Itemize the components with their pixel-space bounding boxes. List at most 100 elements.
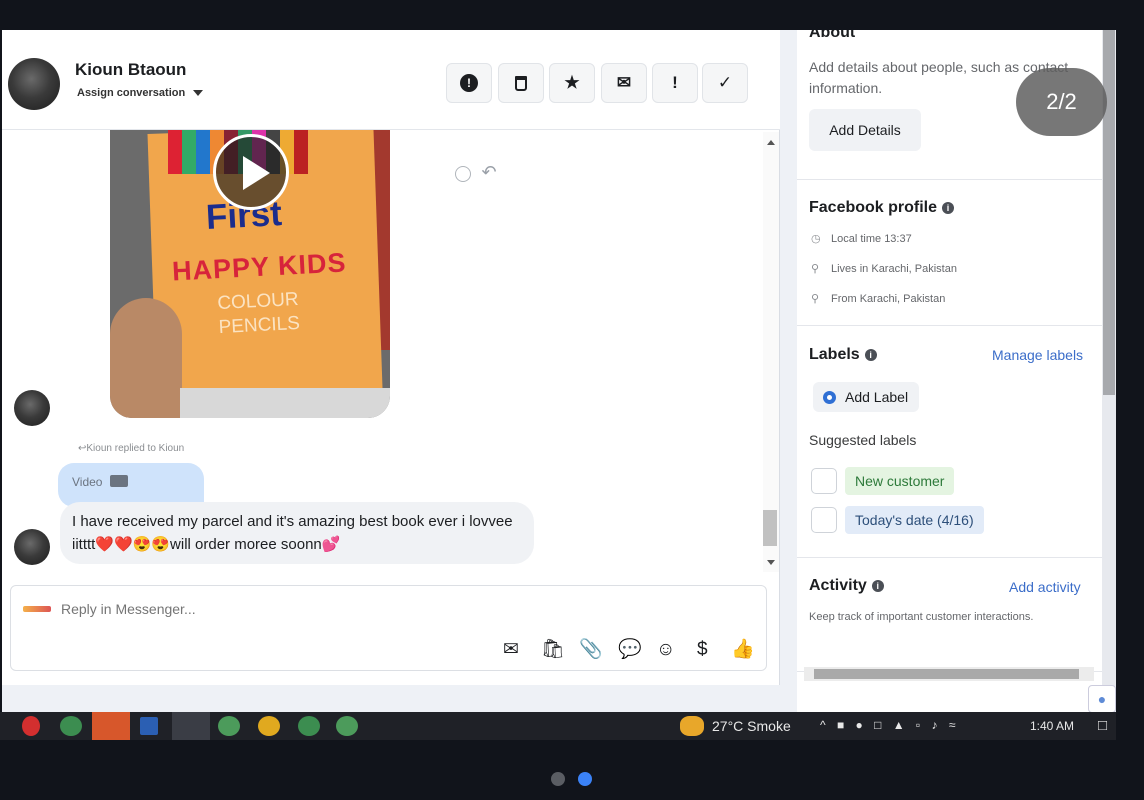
trash-icon <box>515 75 527 91</box>
contact-name[interactable]: Kioun Btaoun <box>75 60 186 80</box>
play-icon[interactable] <box>213 134 289 210</box>
reply-input[interactable] <box>61 601 661 617</box>
facebook-profile-title: Facebook profile i <box>809 199 955 217</box>
suggested-label-chip[interactable]: Today's date (4/16) <box>845 506 984 534</box>
reply-meta-label: Kioun replied to Kioun <box>86 443 185 454</box>
video-attachment[interactable]: First HAPPY KIDS COLOUR PENCILS <box>110 130 390 418</box>
word-icon[interactable] <box>140 717 158 735</box>
label-checkbox[interactable] <box>811 468 837 494</box>
suggested-label-chip[interactable]: New customer <box>845 467 955 495</box>
labels-section: Labels i Manage labels Add Label Suggeste… <box>797 326 1102 558</box>
facebook-profile-label: Facebook profile <box>809 199 938 216</box>
app-icon[interactable] <box>92 712 130 740</box>
chevron-down-icon <box>193 90 204 97</box>
suggested-labels-title: Suggested labels <box>809 432 917 448</box>
messenger-platform-icon <box>23 606 51 612</box>
packaging-image <box>180 388 390 418</box>
system-tray-icons[interactable]: ^ ■ ● □ ▲ ▫ ♪ ≈ <box>820 718 959 732</box>
assign-conversation-dropdown[interactable]: Assign conversation <box>77 87 204 99</box>
opera-icon[interactable] <box>22 716 40 736</box>
add-label-button[interactable]: Add Label <box>813 382 919 412</box>
pager-dot-active[interactable] <box>578 772 592 786</box>
clock-text[interactable]: 1:40 AM <box>1030 719 1074 733</box>
hand-image <box>110 298 182 418</box>
exclamation-icon: ! <box>672 73 678 92</box>
carousel-pager <box>551 772 595 788</box>
quoted-label: Video <box>72 475 103 489</box>
saved-reply-icon[interactable]: ✉ <box>503 640 519 660</box>
check-icon: ✓ <box>717 73 733 92</box>
notification-icon[interactable]: □ <box>1098 717 1107 734</box>
report-button[interactable]: ! <box>446 63 492 103</box>
weather-icon[interactable] <box>680 716 704 736</box>
mark-unread-button[interactable]: ✉ <box>601 63 647 103</box>
facebook-profile-section: Facebook profile i ◷ Local time 13:37 ⚲ L… <box>797 180 1102 326</box>
sender-avatar[interactable] <box>14 390 50 426</box>
thumbnail-subtitle: COLOUR PENCILS <box>217 288 301 340</box>
manage-labels-link[interactable]: Manage labels <box>992 347 1083 363</box>
message-bubble: I have received my parcel and it's amazi… <box>60 502 534 564</box>
envelope-icon: ✉ <box>616 73 632 92</box>
activity-title: Activity i <box>809 577 884 595</box>
activity-description: Keep track of important customer interac… <box>809 611 1034 623</box>
globe-icon[interactable]: ● <box>1088 685 1116 712</box>
activity-section: Activity i Add activity Keep track of imp… <box>797 558 1102 672</box>
scroll-up-arrow-icon[interactable] <box>767 140 775 145</box>
chrome-icon[interactable] <box>60 716 82 736</box>
location-pin-icon: ⚲ <box>811 293 820 305</box>
info-icon[interactable]: i <box>864 349 877 361</box>
conversation-pane: Kioun Btaoun Assign conversation ! ★ ✉ !… <box>2 30 780 685</box>
message-actions: ↶ <box>455 162 497 183</box>
emoji-icon[interactable]: ☺ <box>656 640 675 660</box>
monitor-screen: Kioun Btaoun Assign conversation ! ★ ✉ !… <box>2 30 1116 712</box>
labels-title: Labels i <box>809 346 877 364</box>
reply-icon[interactable]: ↶ <box>481 162 496 182</box>
sender-avatar[interactable] <box>14 529 50 565</box>
info-icon[interactable]: i <box>871 580 884 592</box>
delete-button[interactable] <box>498 63 544 103</box>
weather-text[interactable]: 27°C Smoke <box>712 718 791 734</box>
panel-scrollbar-thumb[interactable] <box>1103 30 1115 395</box>
payment-icon[interactable]: $ <box>697 640 708 660</box>
image-counter: 2/2 <box>1016 68 1107 136</box>
attachment-icon[interactable]: 📎 <box>579 640 603 660</box>
clock-icon: ◷ <box>811 233 821 245</box>
chrome-icon[interactable] <box>298 716 320 736</box>
add-details-button[interactable]: Add Details <box>809 109 921 151</box>
chrome-icon[interactable] <box>218 716 240 736</box>
chrome-icon[interactable] <box>258 716 280 736</box>
star-button[interactable]: ★ <box>549 63 595 103</box>
follow-up-button[interactable]: ! <box>652 63 698 103</box>
assign-label: Assign conversation <box>77 87 186 99</box>
scroll-down-arrow-icon[interactable] <box>767 560 775 565</box>
taskbar: 27°C Smoke ^ ■ ● □ ▲ ▫ ♪ ≈ 1:40 AM □ <box>0 712 1116 740</box>
location-pin-icon: ⚲ <box>811 263 820 275</box>
photo-frame: Kioun Btaoun Assign conversation ! ★ ✉ !… <box>0 0 1144 800</box>
alert-circle-icon: ! <box>460 74 478 92</box>
conversation-header: Kioun Btaoun Assign conversation ! ★ ✉ !… <box>2 30 780 130</box>
horizontal-scrollbar-thumb[interactable] <box>814 669 1079 679</box>
thumbnail-subtitle-line2: PENCILS <box>218 312 301 339</box>
activity-label: Activity <box>809 577 867 594</box>
quoted-video-reference[interactable]: Video <box>58 463 204 507</box>
thumbnail-subtitle-line1: COLOUR <box>216 288 300 315</box>
label-checkbox[interactable] <box>811 507 837 533</box>
conversation-scrollbar[interactable] <box>763 132 779 572</box>
reply-meta-text: ↩Kioun replied to Kioun <box>78 443 185 454</box>
mark-done-button[interactable]: ✓ <box>702 63 748 103</box>
thumbs-up-icon[interactable]: 👍 <box>731 640 755 660</box>
labels-label: Labels <box>809 346 860 363</box>
shopping-bag-icon[interactable]: 🛍 <box>541 640 565 660</box>
video-icon <box>110 475 129 487</box>
info-icon[interactable]: i <box>942 202 955 214</box>
contact-avatar[interactable] <box>8 58 60 110</box>
add-label-text: Add Label <box>845 389 909 405</box>
chat-bubble-icon[interactable]: 💬 <box>618 640 642 660</box>
chrome-icon[interactable] <box>172 712 210 740</box>
add-activity-link[interactable]: Add activity <box>1009 579 1081 595</box>
conversation-scrollbar-thumb[interactable] <box>763 510 777 546</box>
chrome-icon[interactable] <box>336 716 358 736</box>
pager-dot[interactable] <box>551 772 565 786</box>
lives-in: Lives in Karachi, Pakistan <box>831 263 957 275</box>
emoji-react-icon[interactable] <box>455 165 471 182</box>
